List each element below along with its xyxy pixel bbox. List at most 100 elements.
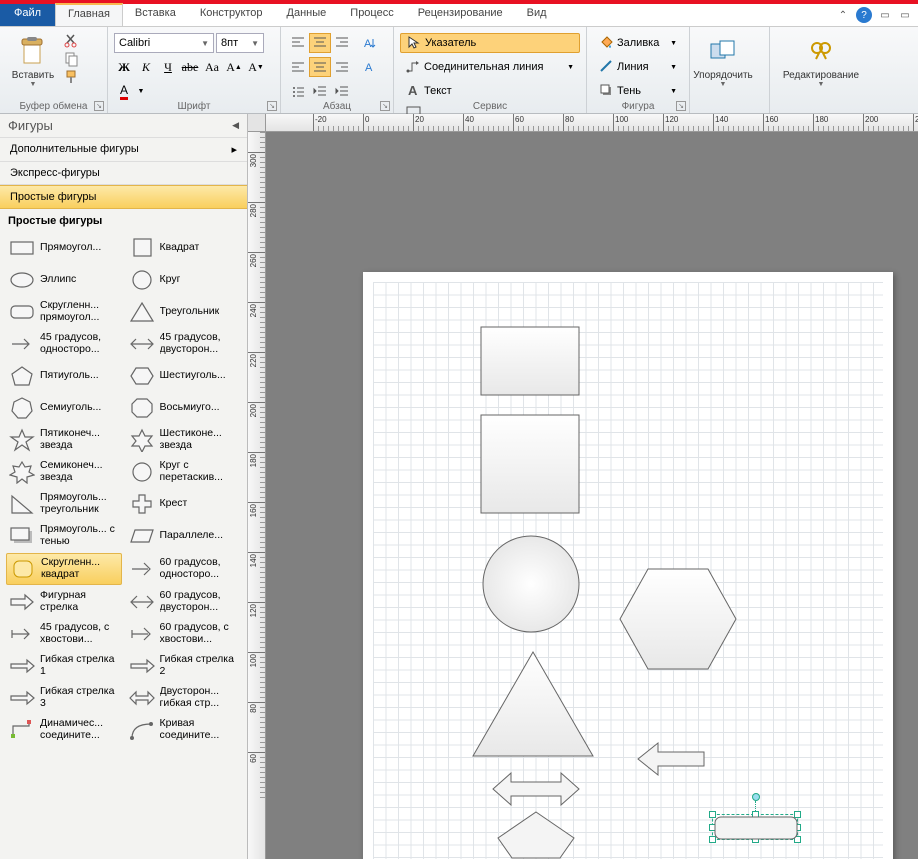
window-restore2-icon[interactable]: ▭ (898, 8, 912, 22)
shape-rectangle-wide[interactable] (480, 326, 580, 396)
collapse-icon[interactable]: ◀ (232, 120, 239, 131)
bold-button[interactable]: Ж (114, 57, 134, 77)
figure-launcher-icon[interactable]: ↘ (676, 101, 686, 111)
shape-item-hexagon[interactable]: Шестиуголь... (126, 361, 242, 391)
shape-item-triangle[interactable]: Треугольник (126, 297, 242, 327)
shape-item-circledrag[interactable]: Круг с перетаскив... (126, 457, 242, 487)
shape-item-arrow45s[interactable]: 45 градусов, односторо... (6, 329, 122, 359)
canvas-viewport[interactable] (266, 132, 918, 859)
shape-item-cross[interactable]: Крест (126, 489, 242, 519)
shape-item-ellipse[interactable]: Эллипс (6, 265, 122, 295)
shape-square[interactable] (480, 414, 580, 514)
help-icon[interactable]: ? (856, 7, 872, 23)
grow-font-icon[interactable]: A▲ (224, 57, 244, 77)
copy-icon[interactable] (64, 51, 82, 67)
shape-item-flex3[interactable]: Гибкая стрелка 3 (6, 683, 122, 713)
shape-item-circle[interactable]: Круг (126, 265, 242, 295)
insert-tab[interactable]: Вставка (123, 4, 188, 26)
font-size-combo[interactable]: 8пт▼ (216, 33, 264, 53)
align-center-icon[interactable] (309, 57, 331, 77)
shape-item-octagon[interactable]: Восьмиуго... (126, 393, 242, 423)
bullets-icon[interactable] (287, 81, 309, 101)
shape-item-star5[interactable]: Пятиконеч... звезда (6, 425, 122, 455)
connector-button[interactable]: Соединительная линия ▼ (400, 57, 580, 77)
align-top-center-icon[interactable] (309, 33, 331, 53)
align-top-right-icon[interactable] (331, 33, 353, 53)
shape-arrow-double[interactable] (491, 770, 581, 808)
rotation-handle[interactable] (752, 793, 760, 801)
shape-item-square[interactable]: Квадрат (126, 233, 242, 263)
chevron-down-icon[interactable]: ▼ (136, 81, 146, 101)
strikethrough-button[interactable]: abe (180, 57, 200, 77)
shadow-button[interactable]: Тень▼ (593, 81, 683, 101)
shape-item-heptagon[interactable]: Семиуголь... (6, 393, 122, 423)
font-name-combo[interactable]: Calibri▼ (114, 33, 214, 53)
paragraph-launcher-icon[interactable]: ↘ (380, 101, 390, 111)
editing-button[interactable]: Редактирование ▼ (776, 29, 866, 95)
simple-shapes-section[interactable]: Простые фигуры (0, 185, 247, 209)
shape-item-roundrect[interactable]: Скругленн... прямоугол... (6, 297, 122, 327)
align-right-icon[interactable] (331, 57, 353, 77)
fill-button[interactable]: Заливка▼ (593, 33, 683, 53)
shape-item-arrow45d[interactable]: 45 градусов, двусторон... (126, 329, 242, 359)
file-tab[interactable]: Файл (0, 4, 55, 26)
format-painter-icon[interactable] (64, 69, 82, 85)
shape-item-pentagon[interactable]: Пятиуголь... (6, 361, 122, 391)
arrange-button[interactable]: Упорядочить ▼ (696, 29, 750, 95)
more-shapes-section[interactable]: Дополнительные фигуры▸ (0, 138, 247, 162)
shape-item-arrow60s[interactable]: 60 градусов, односторо... (126, 553, 242, 585)
shape-item-flex2d[interactable]: Двусторон... гибкая стр... (126, 683, 242, 713)
shape-triangle[interactable] (471, 650, 595, 758)
increase-indent-icon[interactable] (331, 81, 353, 101)
shape-item-star6[interactable]: Шестиконе... звезда (126, 425, 242, 455)
minimize-ribbon-icon[interactable]: ⌃ (836, 8, 850, 22)
selection-handles[interactable] (712, 814, 798, 840)
decrease-indent-icon[interactable] (309, 81, 331, 101)
font-launcher-icon[interactable]: ↘ (267, 101, 277, 111)
shape-pentagon[interactable] (496, 810, 576, 859)
shape-item-rect[interactable]: Прямоугол... (6, 233, 122, 263)
shape-item-curveconn[interactable]: Кривая соедините... (126, 715, 242, 745)
shape-item-flex1[interactable]: Гибкая стрелка 1 (6, 651, 122, 681)
shrink-font-icon[interactable]: A▼ (246, 57, 266, 77)
pointer-button[interactable]: Указатель (400, 33, 580, 53)
cut-icon[interactable] (64, 33, 82, 49)
shape-item-curvarrow[interactable]: Фигурная стрелка (6, 587, 122, 617)
shape-item-roundsq[interactable]: Скругленн... квадрат (6, 553, 122, 585)
shape-item-rtri[interactable]: Прямоуголь... треугольник (6, 489, 122, 519)
home-tab[interactable]: Главная (55, 3, 123, 26)
shape-item-arrow45t[interactable]: 45 градусов, с хвостови... (6, 619, 122, 649)
window-restore-icon[interactable]: ▭ (878, 8, 892, 22)
rotate-text-icon[interactable]: A (359, 57, 381, 77)
clipboard-launcher-icon[interactable]: ↘ (94, 101, 104, 111)
italic-button[interactable]: К (136, 57, 156, 77)
text-button[interactable]: A Текст (400, 81, 580, 101)
shape-circle[interactable] (482, 535, 580, 633)
design-tab[interactable]: Конструктор (188, 4, 275, 26)
underline-button[interactable]: Ч (158, 57, 178, 77)
shape-item-dynconn[interactable]: Динамичес... соедините... (6, 715, 122, 745)
horizontal-ruler: -20020406080100120140160180200220 (266, 114, 918, 132)
shape-item-arrow60t[interactable]: 60 градусов, с хвостови... (126, 619, 242, 649)
shape-item-rectshadow[interactable]: Прямоуголь... с тенью (6, 521, 122, 551)
drawing-page[interactable] (363, 272, 893, 859)
shape-item-parallel[interactable]: Параллеле... (126, 521, 242, 551)
review-tab[interactable]: Рецензирование (406, 4, 515, 26)
express-shapes-section[interactable]: Экспресс-фигуры (0, 162, 247, 185)
font-color-button[interactable]: A (114, 81, 134, 101)
change-case-button[interactable]: Aa (202, 57, 222, 77)
view-tab[interactable]: Вид (515, 4, 559, 26)
align-left-icon[interactable] (287, 57, 309, 77)
line-button[interactable]: Линия▼ (593, 57, 683, 77)
align-top-left-icon[interactable] (287, 33, 309, 53)
shape-item-flex2[interactable]: Гибкая стрелка 2 (126, 651, 242, 681)
paste-button[interactable]: Вставить ▼ (6, 29, 60, 95)
shape-arrow-left[interactable] (636, 739, 706, 779)
shape-hexagon[interactable] (618, 567, 738, 671)
process-tab[interactable]: Процесс (338, 4, 405, 26)
text-direction-icon[interactable]: A (359, 33, 381, 53)
shape-item-arrow60d[interactable]: 60 градусов, двусторон... (126, 587, 242, 617)
shape-item-star7[interactable]: Семиконеч... звезда (6, 457, 122, 487)
data-tab[interactable]: Данные (275, 4, 339, 26)
shape-rounded-rect-selected[interactable] (714, 816, 798, 840)
